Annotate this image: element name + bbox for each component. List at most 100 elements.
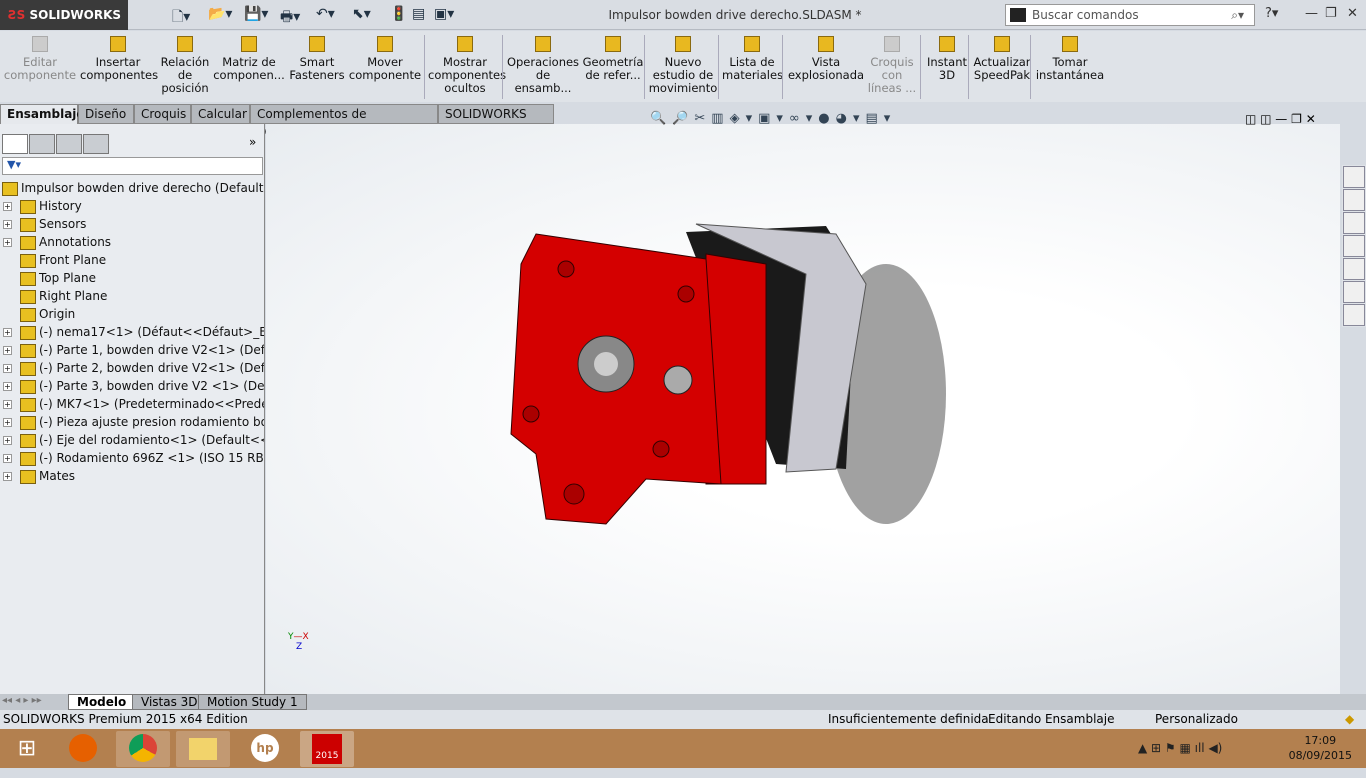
ribbon-button-4[interactable]: Smart Fasteners [288,33,346,82]
custom-properties-icon[interactable] [1343,281,1365,303]
ribbon-button-13[interactable]: Instant 3D [924,33,970,82]
expand-icon[interactable]: + [3,400,12,409]
tree-item[interactable]: Front Plane [0,251,264,269]
system-clock[interactable]: 17:09 08/09/2015 [1289,733,1352,763]
viewport-window-controls[interactable]: ◫ ◫ — ❐ ✕ [1245,112,1316,126]
tree-item[interactable]: Top Plane [0,269,264,287]
view-palette-icon[interactable] [1343,235,1365,257]
tab-4[interactable]: Complementos de SOLIDWORKS [250,104,438,139]
section-view-icon[interactable]: ▥ [711,111,729,126]
solidworks-logo[interactable]: ƧS SOLIDWORKS [0,0,128,30]
ribbon-button-14[interactable]: Actualizar SpeedPak [972,33,1032,82]
expand-icon[interactable]: + [3,454,12,463]
expand-icon[interactable]: + [3,418,12,427]
restore-button[interactable]: ❐ [1325,6,1337,21]
undo-icon[interactable]: ↶▾ [316,6,335,22]
tab-scroll-arrows[interactable]: ◂◂ ◂ ▸ ▸▸ [2,695,42,706]
tree-item[interactable]: + Sensors [0,215,264,233]
tab-3[interactable]: Calcular [191,104,250,124]
tree-item[interactable]: + (-) MK7<1> (Predeterminado<<Predetermin… [0,395,264,413]
tab-motion-study[interactable]: Motion Study 1 [198,694,307,710]
expand-icon[interactable]: + [3,328,12,337]
chrome-icon[interactable] [116,731,170,767]
expand-icon[interactable]: + [3,220,12,229]
tab-5[interactable]: SOLIDWORKS MBD [438,104,554,139]
forum-icon[interactable] [1343,304,1365,326]
expand-icon[interactable]: + [3,382,12,391]
solidworks-resources-icon[interactable] [1343,166,1365,188]
new-file-icon[interactable]: 🗋▾ [172,6,190,30]
tab-0[interactable]: Ensamblaje [0,104,85,124]
expand-icon[interactable]: + [3,238,12,247]
tree-item[interactable]: Origin [0,305,264,323]
file-explorer-icon[interactable] [1343,212,1365,234]
ribbon-button-6[interactable]: Mostrar componentes ocultos [428,33,506,95]
tree-item[interactable]: + Annotations [0,233,264,251]
tray-icons[interactable]: ▲ ⊞ ⚑ ▦ ıll ◀) [1138,741,1222,755]
ribbon-button-12[interactable]: Croquis con líneas ... [866,33,918,95]
tree-item[interactable]: + (-) Parte 2, bowden drive V2<1> (Defaul… [0,359,264,377]
ribbon-button-7[interactable]: Operaciones de ensamb... [506,33,580,95]
ribbon-button-1[interactable]: Insertar componentes [80,33,158,82]
view-settings-icon[interactable]: ▤▾ [866,111,897,126]
windows-start-icon[interactable]: ⊞ [0,731,54,767]
minimize-button[interactable]: — [1305,6,1318,21]
tree-item[interactable]: + (-) nema17<1> (Défaut<<Défaut>_Etat d'a… [0,323,264,341]
property-manager-tab[interactable] [29,134,55,154]
tree-item[interactable]: Right Plane [0,287,264,305]
tree-item[interactable]: + (-) Eje del rodamiento<1> (Default<<Def… [0,431,264,449]
tab-vistas-3d[interactable]: Vistas 3D [132,694,207,710]
expand-panel-icon[interactable]: » [249,135,256,149]
ribbon-button-3[interactable]: Matriz de componen... [212,33,286,82]
tab-1[interactable]: Diseño [78,104,134,124]
units-selector[interactable]: Personalizado [1155,710,1238,729]
tab-modelo[interactable]: Modelo [68,694,136,710]
appearance-icon[interactable]: ● [818,111,835,126]
hp-icon[interactable]: hp [238,731,292,767]
options-icon[interactable]: ▣▾ [434,6,454,22]
feature-manager-tab[interactable] [2,134,28,154]
expand-icon[interactable]: + [3,364,12,373]
tree-item[interactable]: + (-) Pieza ajuste presion rodamiento bow… [0,413,264,431]
display-style-icon[interactable]: ▣▾ [758,111,789,126]
hide-show-icon[interactable]: ∞▾ [789,111,818,126]
file-properties-icon[interactable]: ▤ [412,6,425,22]
close-button[interactable]: ✕ [1347,6,1358,21]
ribbon-button-10[interactable]: Lista de materiales [722,33,783,82]
appearances-icon[interactable] [1343,258,1365,280]
ribbon-button-15[interactable]: Tomar instantánea [1034,33,1106,82]
ribbon-button-11[interactable]: Vista explosionada [786,33,866,82]
tree-item[interactable]: + (-) Parte 3, bowden drive V2 <1> (Defau… [0,377,264,395]
open-icon[interactable]: 📂▾ [208,6,232,22]
select-icon[interactable]: ⬉▾ [352,6,371,22]
previous-view-icon[interactable]: ✂ [694,111,711,126]
firefox-icon[interactable] [56,731,110,767]
save-icon[interactable]: 💾▾ [244,6,268,22]
help-icon[interactable]: ?▾ [1265,6,1278,21]
ribbon-button-8[interactable]: Geometría de refer... [582,33,644,82]
tree-item[interactable]: + (-) Parte 1, bowden drive V2<1> (Defaul… [0,341,264,359]
zoom-to-fit-icon[interactable]: 🔍 [650,111,672,126]
ribbon-button-0[interactable]: Editar componente [2,33,78,82]
search-icon[interactable]: ⌕▾ [1231,5,1244,25]
expand-icon[interactable]: + [3,436,12,445]
tooltip-icon[interactable]: ◆ [1345,710,1354,729]
tree-item[interactable]: + Mates [0,467,264,485]
ribbon-button-9[interactable]: Nuevo estudio de movimiento [648,33,718,95]
file-explorer-taskbar-icon[interactable] [176,731,230,767]
tree-item[interactable]: + (-) Rodamiento 696Z <1> (ISO 15 RBB - 3… [0,449,264,467]
graphics-area[interactable]: Y—X Z [266,124,1340,694]
view-orientation-icon[interactable]: ◈▾ [730,111,759,126]
expand-icon[interactable]: + [3,202,12,211]
configuration-manager-tab[interactable] [56,134,82,154]
solidworks-taskbar-icon[interactable]: 2015 [300,731,354,767]
tree-item[interactable]: + History [0,197,264,215]
expand-icon[interactable]: + [3,472,12,481]
zoom-area-icon[interactable]: 🔎 [672,111,694,126]
expand-icon[interactable]: + [3,346,12,355]
design-library-icon[interactable] [1343,189,1365,211]
print-icon[interactable]: 🖶▾ [280,6,300,30]
tab-2[interactable]: Croquis [134,104,191,124]
ribbon-button-2[interactable]: Relación de posición [158,33,212,95]
ribbon-button-5[interactable]: Mover componente [348,33,422,82]
